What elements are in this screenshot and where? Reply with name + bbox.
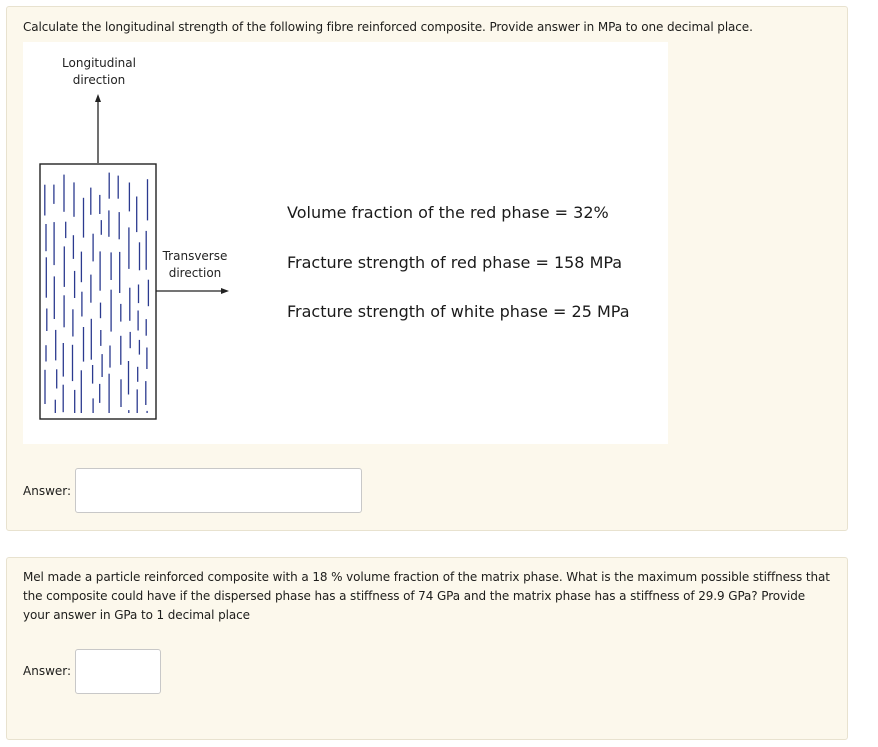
- statement-volume-fraction: Volume fraction of the red phase = 32%: [287, 203, 609, 222]
- transverse-direction-label: Transverse direction: [162, 249, 228, 280]
- composite-figure: Longitudinal direction Transverse direct…: [23, 42, 668, 444]
- question-2-card: Mel made a particle reinforced composite…: [6, 557, 848, 740]
- answer-1-input[interactable]: [75, 468, 362, 513]
- composite-diagram: [39, 94, 229, 420]
- transverse-arrow-head: [221, 288, 229, 294]
- statement-red-strength: Fracture strength of red phase = 158 MPa: [287, 253, 623, 272]
- longitudinal-direction-label: Longitudinal direction: [62, 56, 136, 87]
- longitudinal-arrow-head: [95, 94, 101, 102]
- question-1-text: Calculate the longitudinal strength of t…: [23, 20, 753, 34]
- question-1-card: Calculate the longitudinal strength of t…: [6, 6, 848, 531]
- statement-white-strength: Fracture strength of white phase = 25 MP…: [287, 302, 630, 321]
- answer-2-input[interactable]: [75, 649, 161, 694]
- answer-1-label: Answer:: [23, 484, 72, 498]
- question-2-text: Mel made a particle reinforced composite…: [23, 570, 830, 622]
- answer-2-label: Answer:: [23, 664, 72, 678]
